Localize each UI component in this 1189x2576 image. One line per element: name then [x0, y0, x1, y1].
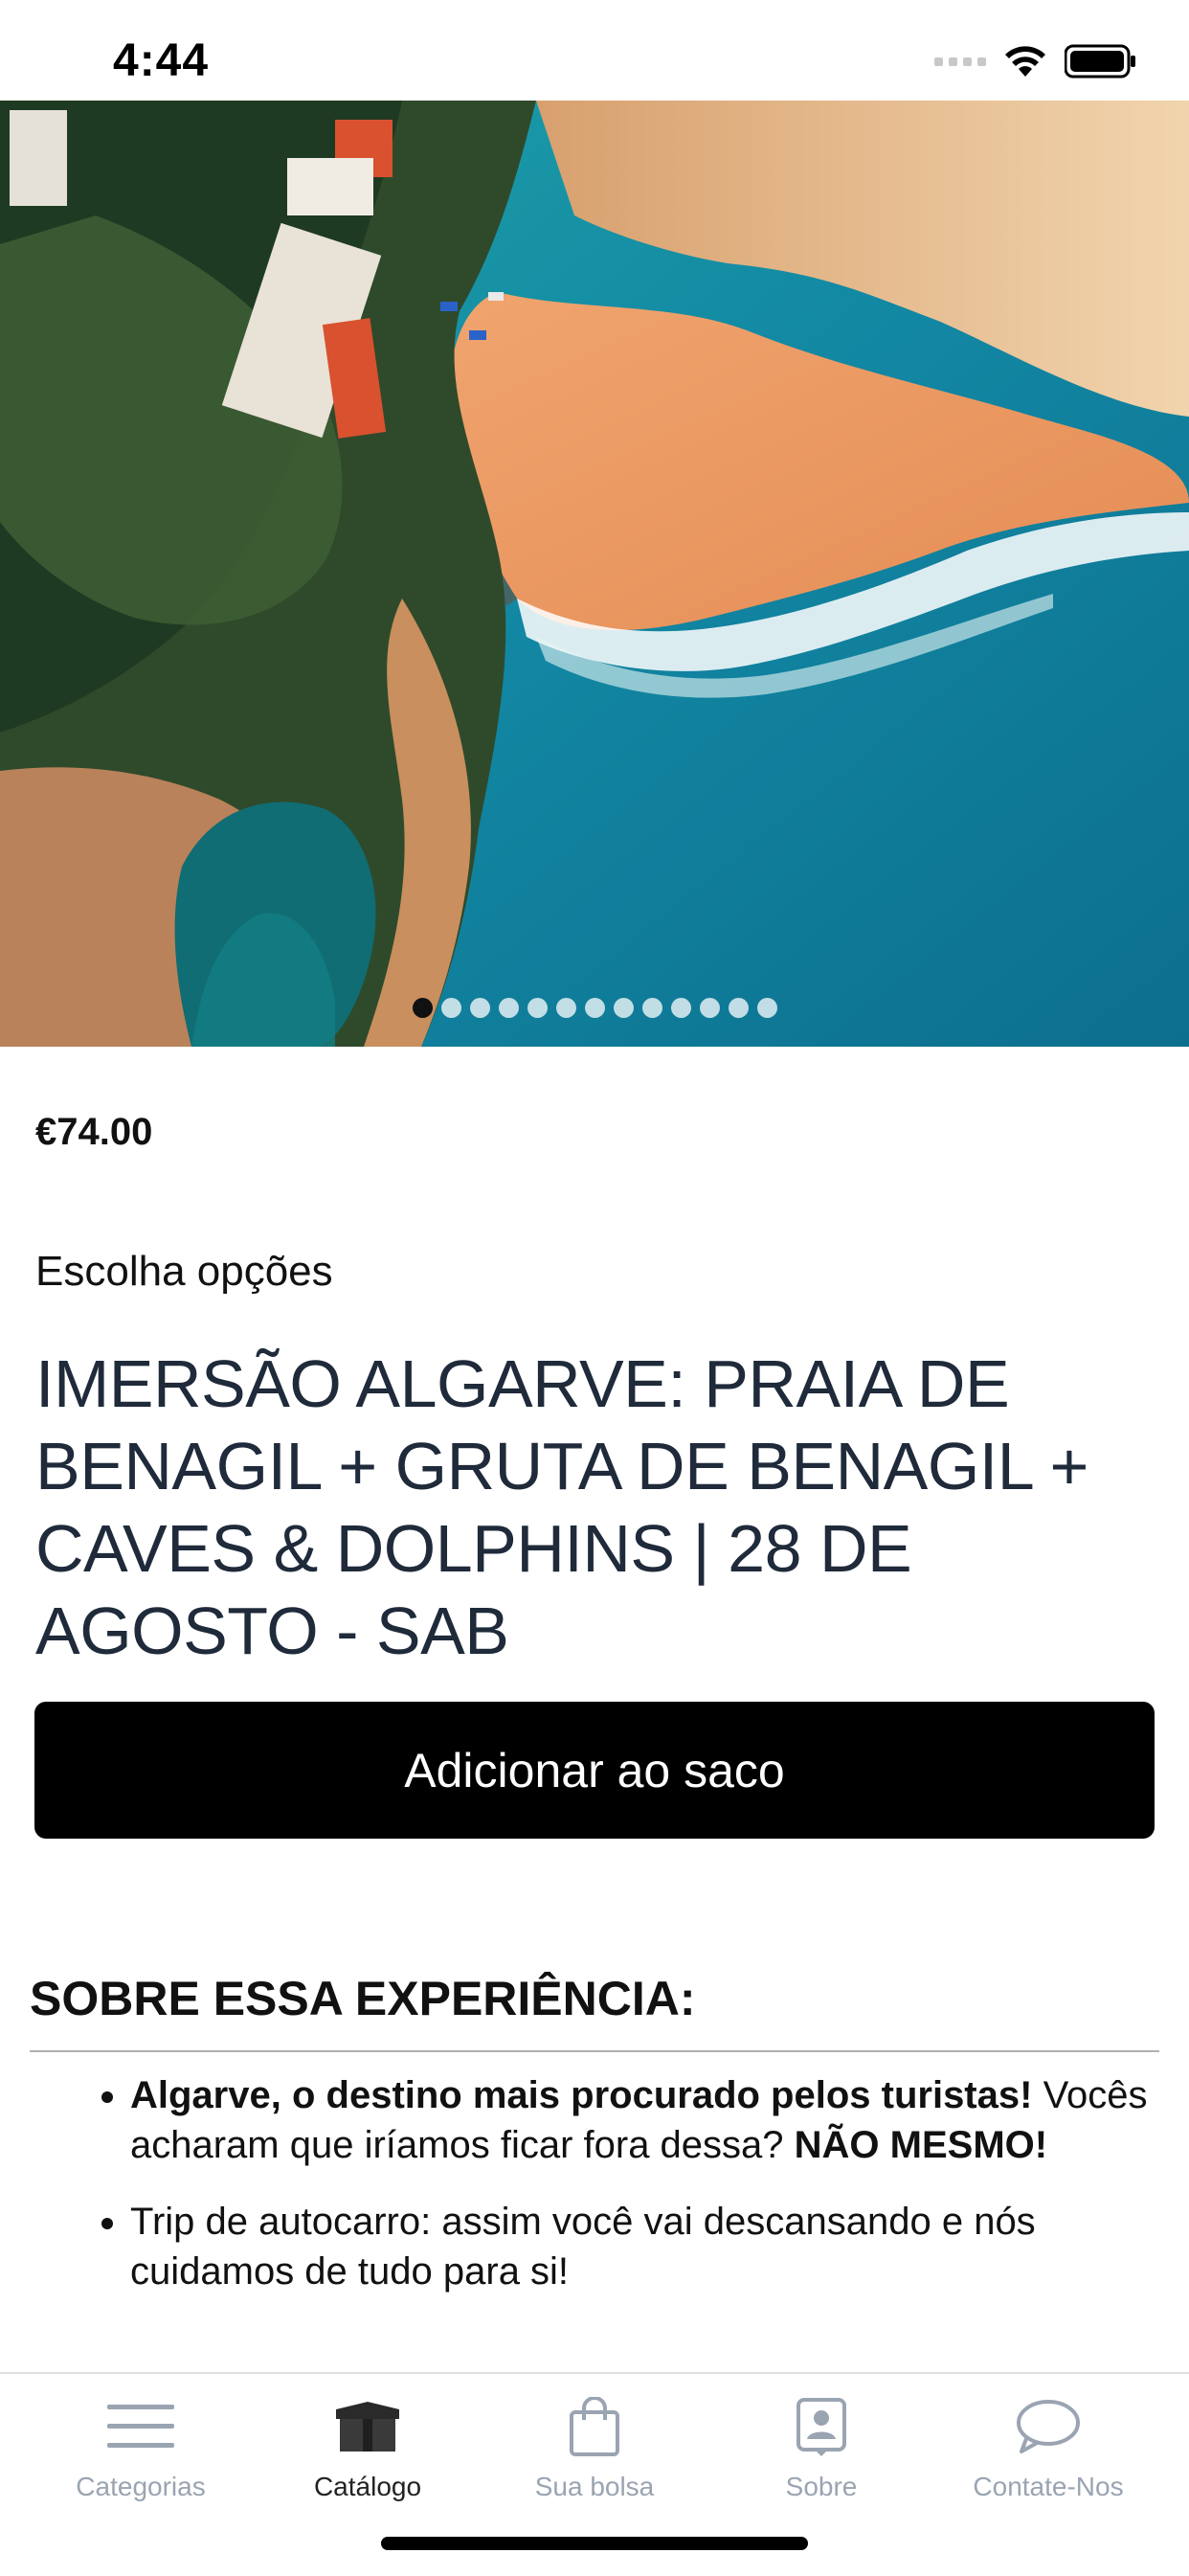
box-icon	[336, 2402, 399, 2452]
bullet-text: Trip de autocarro: assim você vai descan…	[130, 2201, 1036, 2293]
carousel-pager[interactable]	[0, 998, 1189, 1018]
choose-options-link[interactable]: Escolha opções	[35, 1248, 333, 1296]
bag-icon	[570, 2397, 619, 2456]
tab-sua-bolsa[interactable]: Sua bolsa	[476, 2393, 713, 2518]
product-image-carousel[interactable]	[0, 101, 1189, 1047]
pager-dot[interactable]	[670, 998, 691, 1018]
chat-bubble-icon	[1017, 2400, 1080, 2453]
add-to-bag-button[interactable]: Adicionar ao saco	[34, 1702, 1155, 1839]
tab-label: Contate-Nos	[973, 2472, 1124, 2501]
cellular-signal-icon	[934, 56, 986, 66]
hero-aerial-beach-image	[0, 101, 1189, 1047]
list-item: Algarve, o destino mais procurado pelos …	[130, 2070, 1189, 2170]
battery-icon	[1065, 44, 1135, 79]
pager-dot[interactable]	[440, 998, 461, 1018]
section-divider	[30, 2050, 1159, 2052]
status-icons	[934, 42, 1137, 80]
menu-icon	[107, 2405, 174, 2448]
pager-dot[interactable]	[527, 998, 548, 1018]
contact-card-icon	[796, 2398, 846, 2456]
pager-dot[interactable]	[555, 998, 576, 1018]
tab-label: Catálogo	[313, 2472, 422, 2501]
pager-dot[interactable]	[412, 998, 433, 1018]
tab-catalogo[interactable]: Catálogo	[249, 2393, 486, 2518]
pager-dot[interactable]	[613, 998, 634, 1018]
tab-label: Categorias	[76, 2472, 206, 2501]
tab-label: Sua bolsa	[534, 2472, 655, 2501]
tab-label: Sobre	[785, 2472, 858, 2501]
pager-dot[interactable]	[756, 998, 777, 1018]
tab-contate-nos[interactable]: Contate-Nos	[930, 2393, 1167, 2518]
pager-dot[interactable]	[699, 998, 720, 1018]
about-bullet-list: Algarve, o destino mais procurado pelos …	[82, 2070, 1189, 2323]
product-title: IMERSÃO ALGARVE: PRAIA DE BENAGIL + GRUT…	[35, 1346, 1088, 1668]
pager-dot[interactable]	[584, 998, 605, 1018]
list-item: Trip de autocarro: assim você vai descan…	[130, 2197, 1189, 2296]
bullet-bold-text: Algarve, o destino mais procurado pelos …	[130, 2074, 1033, 2116]
home-indicator	[381, 2537, 808, 2550]
about-heading: SOBRE ESSA EXPERIÊNCIA:	[30, 1972, 696, 2025]
pager-dot[interactable]	[498, 998, 519, 1018]
pager-dot[interactable]	[728, 998, 749, 1018]
tab-sobre[interactable]: Sobre	[703, 2393, 940, 2518]
wifi-icon	[1005, 46, 1045, 77]
bullet-bold-text: NÃO MESMO!	[794, 2124, 1048, 2166]
product-price: €74.00	[35, 1111, 153, 1153]
status-time: 4:44	[113, 35, 210, 86]
pager-dot[interactable]	[469, 998, 490, 1018]
tab-categorias[interactable]: Categorias	[22, 2393, 259, 2518]
pager-dot[interactable]	[641, 998, 662, 1018]
status-bar: 4:44	[0, 0, 1189, 101]
